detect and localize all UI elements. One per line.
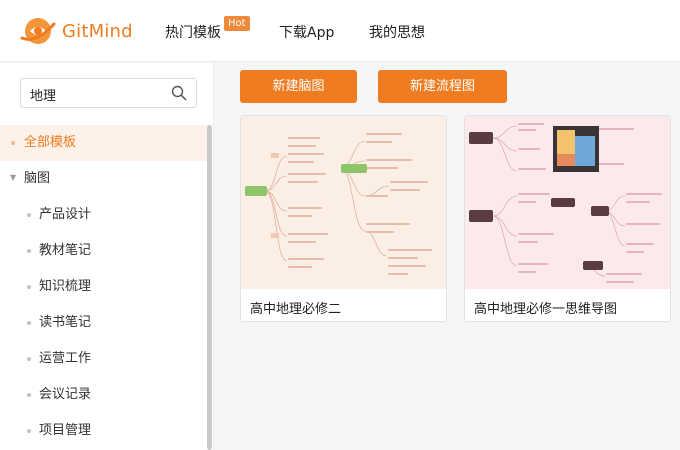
sidebar-item-operations[interactable]: 运营工作 bbox=[0, 341, 210, 377]
sidebar-item-label: 知识梳理 bbox=[39, 279, 92, 294]
category-menu: 全部模板 ▼ 脑图 产品设计 教材笔记 知识梳理 读书笔记 运营工作 会议记录 bbox=[0, 125, 210, 449]
sidebar-scrollbar[interactable] bbox=[207, 125, 212, 450]
bullet-icon bbox=[27, 357, 31, 361]
template-thumbnail bbox=[241, 116, 446, 289]
main-content: 新建脑图 新建流程图 高中地理必修二 高中地理必修一思维导图 bbox=[215, 63, 680, 450]
sidebar: 全部模板 ▼ 脑图 产品设计 教材笔记 知识梳理 读书笔记 运营工作 会议记录 bbox=[0, 63, 214, 450]
sidebar-item-label: 产品设计 bbox=[39, 207, 92, 222]
bullet-icon bbox=[27, 213, 31, 217]
template-title: 高中地理必修一思维导图 bbox=[474, 302, 618, 317]
sidebar-item-all-templates[interactable]: 全部模板 bbox=[0, 125, 210, 161]
sidebar-item-label: 读书笔记 bbox=[39, 315, 92, 330]
template-card[interactable]: 高中地理必修一思维导图 bbox=[464, 115, 671, 322]
sidebar-item-label: 全部模板 bbox=[24, 135, 77, 150]
template-thumbnail bbox=[465, 116, 670, 289]
bullet-icon bbox=[27, 429, 31, 433]
bullet-icon bbox=[27, 285, 31, 289]
bullet-icon bbox=[27, 321, 31, 325]
new-flowchart-button[interactable]: 新建流程图 bbox=[378, 70, 507, 103]
search-box bbox=[20, 78, 197, 108]
sidebar-item-label: 会议记录 bbox=[39, 387, 92, 402]
sidebar-item-meeting-notes[interactable]: 会议记录 bbox=[0, 377, 210, 413]
nav-my-thoughts[interactable]: 我的思想 bbox=[369, 22, 425, 42]
sidebar-item-label: 运营工作 bbox=[39, 351, 92, 366]
sidebar-item-label: 项目管理 bbox=[39, 423, 92, 438]
sidebar-item-project-management[interactable]: 项目管理 bbox=[0, 413, 210, 449]
sidebar-item-product-design[interactable]: 产品设计 bbox=[0, 197, 210, 233]
sidebar-item-reading-notes[interactable]: 读书笔记 bbox=[0, 305, 210, 341]
sidebar-item-knowledge[interactable]: 知识梳理 bbox=[0, 269, 210, 305]
nav-hot-templates[interactable]: 热门模板 bbox=[165, 22, 221, 42]
template-title: 高中地理必修二 bbox=[250, 302, 342, 317]
sidebar-item-mindmap[interactable]: ▼ 脑图 bbox=[0, 161, 210, 197]
brand-name: GitMind bbox=[62, 20, 133, 42]
expand-triangle-icon[interactable]: ▼ bbox=[10, 174, 16, 182]
gitmind-logo[interactable]: GitMind bbox=[20, 14, 133, 48]
bullet-icon bbox=[11, 141, 15, 145]
top-navigation-bar: GitMind 热门模板 Hot 下载App 我的思想 bbox=[0, 0, 680, 62]
sidebar-item-textbook-notes[interactable]: 教材笔记 bbox=[0, 233, 210, 269]
new-mindmap-button[interactable]: 新建脑图 bbox=[240, 70, 357, 103]
nav-download-app[interactable]: 下载App bbox=[279, 22, 334, 42]
template-card[interactable]: 高中地理必修二 bbox=[240, 115, 447, 322]
search-icon[interactable] bbox=[171, 85, 187, 105]
sidebar-item-label: 脑图 bbox=[24, 171, 51, 186]
search-input[interactable] bbox=[30, 85, 165, 103]
gitmind-logo-icon bbox=[20, 18, 56, 44]
hot-badge: Hot bbox=[224, 16, 250, 31]
sidebar-item-label: 教材笔记 bbox=[39, 243, 92, 258]
bullet-icon bbox=[27, 393, 31, 397]
bullet-icon bbox=[27, 249, 31, 253]
